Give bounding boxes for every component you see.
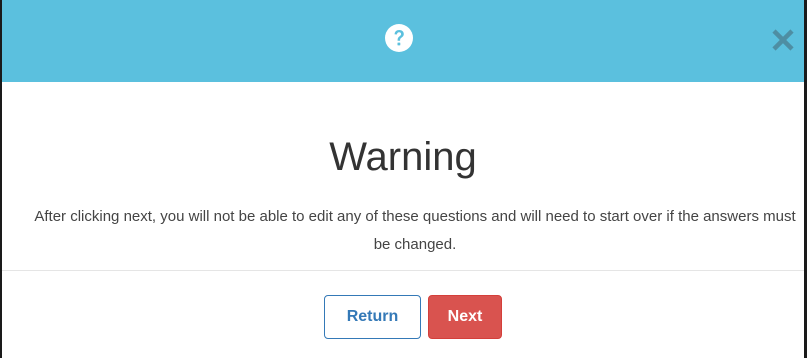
question-circle-icon (385, 24, 413, 52)
footer-divider (2, 270, 804, 271)
close-icon[interactable] (770, 27, 796, 53)
next-button[interactable]: Next (428, 295, 502, 339)
dialog-title: Warning (329, 135, 477, 179)
warning-dialog-page: Warning After clicking next, you will no… (0, 0, 807, 358)
window-left-border (0, 0, 2, 358)
return-button[interactable]: Return (324, 295, 421, 339)
dialog-message: After clicking next, you will not be abl… (34, 208, 796, 253)
modal-header (2, 0, 804, 82)
